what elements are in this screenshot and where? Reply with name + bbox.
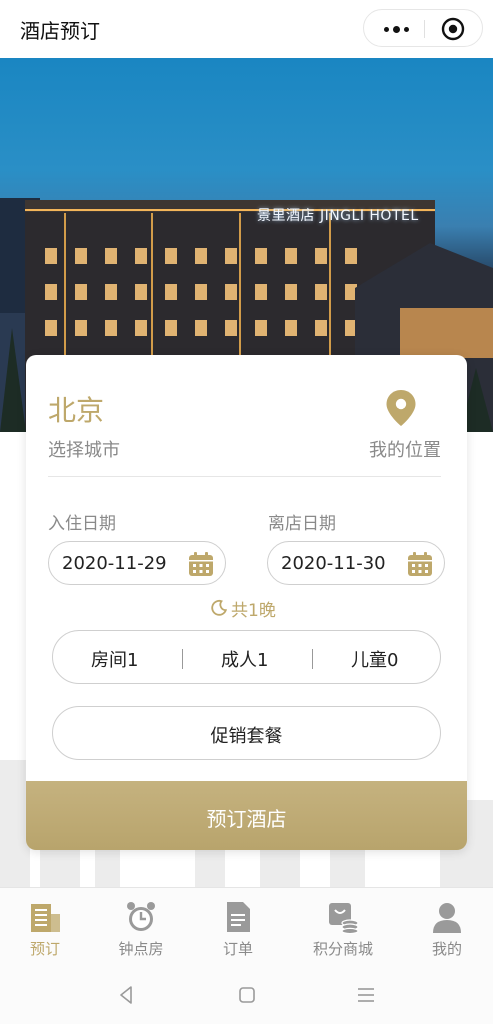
building-icon (31, 904, 60, 932)
bottom-tab-bar: 预订 钟点房 订单 积分商城 我的 (0, 887, 493, 967)
my-location-link[interactable]: 我的位置 (369, 436, 441, 462)
tab-label: 订单 (222, 940, 253, 958)
title-bar: 酒店预订 (0, 0, 493, 58)
checkout-date-field[interactable]: 2020-11-30 (267, 541, 445, 585)
calendar-icon (189, 552, 213, 576)
moon-icon (211, 599, 228, 616)
children-count[interactable]: 儿童0 (351, 646, 398, 672)
tab-label: 预订 (29, 940, 60, 958)
nights-count: 共1晚 (210, 597, 276, 621)
tab-label: 钟点房 (118, 940, 164, 958)
document-icon (227, 902, 250, 932)
home-icon[interactable] (236, 984, 258, 1006)
occupancy-divider (182, 649, 183, 669)
promo-package-button[interactable]: 促销套餐 (52, 706, 441, 760)
promo-package-label: 促销套餐 (210, 726, 283, 747)
book-hotel-label: 预订酒店 (206, 807, 287, 831)
tab-hourly-room[interactable]: 钟点房 (96, 900, 186, 959)
menu-icon[interactable] (355, 984, 377, 1006)
adults-count[interactable]: 成人1 (221, 646, 268, 672)
checkout-date-value: 2020-11-30 (281, 553, 386, 574)
checkin-label: 入住日期 (48, 514, 116, 534)
tab-profile[interactable]: 我的 (402, 900, 492, 959)
tab-booking[interactable]: 预订 (0, 900, 90, 959)
points-mall-icon (329, 903, 359, 934)
calendar-icon (408, 552, 432, 576)
checkout-label: 离店日期 (268, 514, 336, 534)
occupancy-divider (312, 649, 313, 669)
location-pin-icon[interactable] (385, 389, 417, 427)
checkin-date-value: 2020-11-29 (62, 553, 167, 574)
alarm-clock-icon (127, 902, 155, 931)
tab-label: 我的 (431, 940, 462, 958)
tab-label: 积分商城 (312, 940, 373, 958)
occupancy-selector[interactable]: 房间1 成人1 儿童0 (52, 630, 441, 684)
city-divider (48, 476, 441, 477)
checkin-date-field[interactable]: 2020-11-29 (48, 541, 226, 585)
back-icon[interactable] (116, 984, 138, 1006)
nights-text: 共1晚 (231, 600, 276, 621)
book-hotel-button[interactable]: 预订酒店 (26, 781, 467, 850)
booking-card: 北京 选择城市 我的位置 入住日期 离店日期 2020-11-29 2020-1… (26, 355, 467, 850)
tab-orders[interactable]: 订单 (193, 900, 283, 959)
user-icon (433, 903, 461, 933)
select-city-link[interactable]: 选择城市 (48, 436, 120, 462)
system-navigation-bar (0, 967, 493, 1024)
page-title: 酒店预订 (20, 19, 100, 43)
city-name[interactable]: 北京 (48, 389, 104, 429)
mini-program-capsule (363, 9, 483, 47)
tab-points-mall[interactable]: 积分商城 (298, 900, 388, 959)
rooms-count[interactable]: 房间1 (91, 646, 138, 672)
more-menu-button[interactable] (378, 19, 414, 39)
close-target-icon[interactable] (441, 17, 465, 41)
capsule-divider (424, 20, 425, 38)
hotel-sign-text: 景里酒店 JINGLI HOTEL (257, 208, 419, 224)
